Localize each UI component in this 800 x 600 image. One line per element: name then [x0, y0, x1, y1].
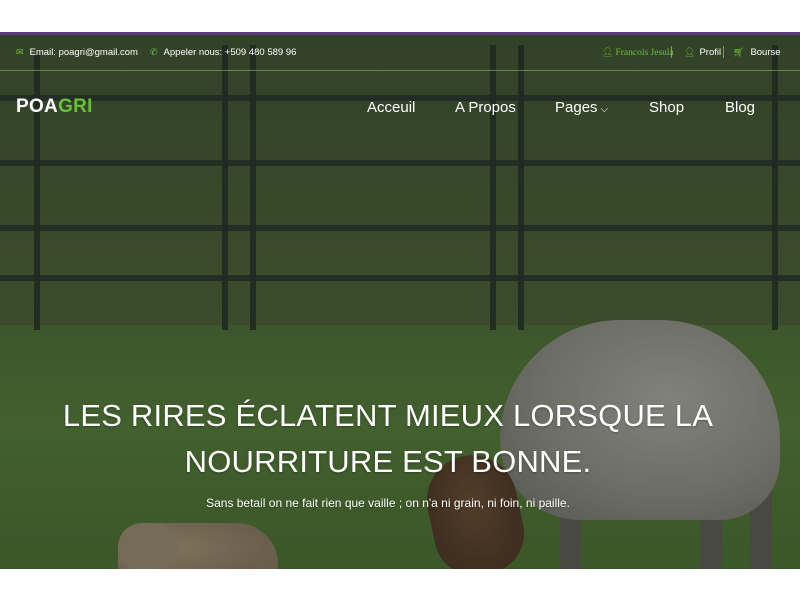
logo-part2: GRI [58, 96, 93, 117]
divider [671, 46, 672, 58]
hero-headline-line2: NOURRITURE EST BONNE. [184, 444, 592, 479]
phone-contact[interactable]: ✆ Appeler nous: +509 480 589 96 [150, 47, 296, 58]
email-contact[interactable]: ✉ Email: poagri@gmail.com [16, 47, 138, 58]
email-label: Email: poagri@gmail.com [29, 47, 138, 58]
nav-blog[interactable]: Blog [725, 99, 755, 116]
page-top-margin [0, 0, 800, 32]
nav-pages[interactable]: Pages ⌵ [555, 99, 608, 116]
user-name: Francois Jesula [615, 47, 674, 58]
chevron-down-icon: ⌵ [600, 104, 609, 115]
hero-subtitle: Sans betail on ne fait rien que vaille ;… [206, 496, 570, 510]
envelope-icon: ✉ [16, 47, 24, 57]
nav-acceuil[interactable]: Acceuil [367, 99, 415, 116]
divider [723, 46, 724, 58]
user-icon: 👤︎ [602, 47, 614, 57]
hero-headline: LES RIRES ÉCLATENT MIEUX LORSQUE LA NOUR… [0, 393, 776, 485]
logo-part1: POA [16, 96, 59, 117]
site-logo[interactable]: POAGRI [16, 96, 93, 118]
profile-link[interactable]: 👤︎ Profil [684, 47, 721, 58]
cart-link[interactable]: 🛒︎ Bourse [733, 47, 781, 58]
nav-pages-label: Pages [555, 99, 598, 116]
phone-icon: ✆ [150, 47, 158, 57]
nav-shop[interactable]: Shop [649, 99, 684, 116]
hero-headline-line1: LES RIRES ÉCLATENT MIEUX LORSQUE LA [62, 398, 714, 433]
user-account-link[interactable]: 👤︎ Francois Jesula [602, 47, 674, 58]
user-icon: 👤︎ [684, 47, 696, 57]
hero-section: ✉ Email: poagri@gmail.com ✆ Appeler nous… [0, 32, 800, 569]
profile-label: Profil [699, 47, 722, 58]
top-info-bar: ✉ Email: poagri@gmail.com ✆ Appeler nous… [0, 35, 800, 71]
page-bottom-margin [0, 569, 800, 600]
phone-label: Appeler nous: +509 480 589 96 [163, 47, 297, 58]
cart-icon: 🛒︎ [733, 47, 745, 57]
nav-a-propos[interactable]: A Propos [455, 99, 516, 116]
cart-label: Bourse [750, 47, 781, 58]
